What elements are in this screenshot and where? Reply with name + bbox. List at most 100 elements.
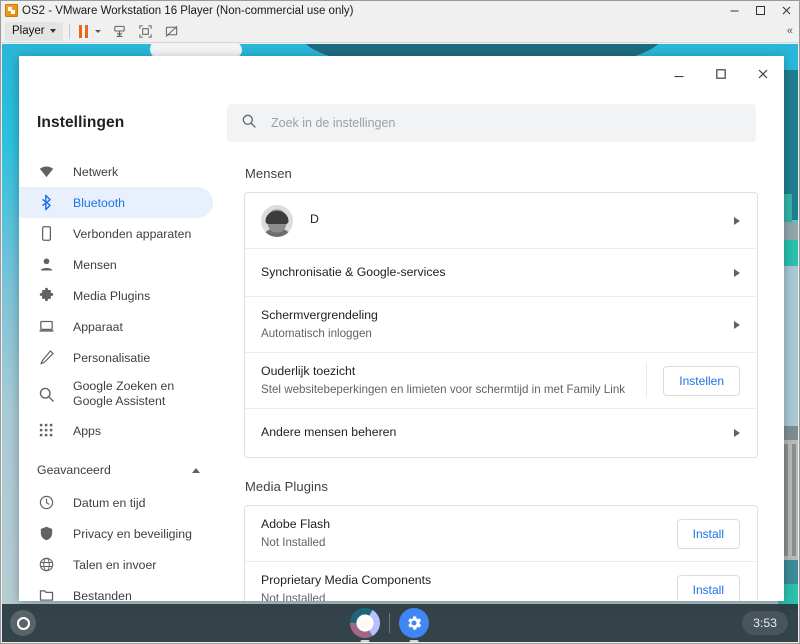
chromeos-desktop: Instellingen Zoek in de instellingen Net… [2, 44, 798, 642]
wifi-icon [37, 163, 55, 181]
search-input[interactable] [271, 116, 742, 130]
sidebar-item-label: Media Plugins [73, 288, 151, 303]
chevron-right-icon [734, 216, 740, 225]
settings-header: Instellingen [19, 92, 784, 154]
player-menu-button[interactable]: Player [5, 21, 63, 41]
vmware-close-button[interactable] [773, 1, 799, 20]
sidebar-item-label: Privacy en beveiliging [73, 526, 192, 541]
settings-minimize-button[interactable] [658, 56, 700, 92]
sidebar-item-privacy-beveiliging[interactable]: Privacy en beveiliging [19, 518, 213, 549]
person-icon [37, 256, 55, 274]
shelf-app-area [36, 608, 742, 642]
shelf-item-chrome[interactable] [349, 608, 380, 642]
app-running-indicator [409, 640, 419, 642]
chevron-right-icon [734, 320, 740, 329]
sidebar-item-google-zoeken-assistent[interactable]: Google Zoeken en Google Assistent [19, 373, 213, 415]
people-card: D Synchronisatie & Google-services Scher… [244, 192, 758, 458]
sidebar-item-bestanden[interactable]: Bestanden [19, 580, 213, 601]
row-title: Andere mensen beheren [261, 425, 397, 440]
proprietary-media-row: Proprietary Media Components Not Install… [245, 562, 757, 601]
row-title: Schermvergrendeling [261, 307, 378, 322]
chrome-icon [349, 608, 380, 638]
usb-device-icon[interactable] [112, 24, 127, 39]
bluetooth-icon [37, 194, 55, 212]
parental-controls-row[interactable]: Ouderlijk toezicht Stel websitebeperking… [245, 353, 757, 409]
sidebar-item-media-plugins[interactable]: Media Plugins [19, 280, 213, 311]
settings-content: Mensen D Synchronisatie & Google-service… [226, 154, 784, 601]
sidebar-advanced-toggle[interactable]: Geavanceerd [19, 453, 226, 487]
brush-icon [37, 349, 55, 367]
section-title-media-plugins: Media Plugins [245, 479, 328, 494]
vertical-divider [646, 363, 648, 398]
vmware-title: OS2 - VMware Workstation 16 Player (Non-… [22, 4, 354, 17]
vmware-minimize-button[interactable] [721, 1, 747, 20]
apps-grid-icon [37, 422, 55, 440]
settings-gear-icon [398, 608, 429, 638]
chevron-down-icon[interactable] [95, 29, 102, 33]
screen-lock-row[interactable]: Schermvergrendeling Automatisch inloggen [245, 297, 757, 353]
chevrons-left-icon[interactable]: « [787, 25, 793, 37]
folder-icon [37, 587, 55, 602]
row-subtitle: Stel websitebeperkingen en limieten voor… [261, 382, 626, 396]
install-adobe-flash-button[interactable]: Install [676, 518, 740, 549]
row-title: Ouderlijk toezicht [261, 363, 356, 378]
sidebar-item-apparaat[interactable]: Apparaat [19, 311, 213, 342]
sidebar-item-apps[interactable]: Apps [19, 415, 213, 446]
search-box[interactable] [227, 104, 756, 142]
vmware-maximize-button[interactable] [747, 1, 773, 20]
sidebar-item-label: Apps [73, 423, 102, 438]
setup-parental-controls-button[interactable]: Instellen [663, 365, 740, 396]
sidebar-item-bluetooth[interactable]: Bluetooth [19, 187, 213, 218]
plugin-name: Proprietary Media Components [261, 572, 432, 587]
sidebar-item-personalisatie[interactable]: Personalisatie [19, 342, 213, 373]
vmware-toolbar: Player « [1, 20, 799, 43]
settings-maximize-button[interactable] [700, 56, 742, 92]
sidebar-item-label: Apparaat [73, 319, 123, 334]
sidebar-item-label: Personalisatie [73, 350, 151, 365]
chevron-up-icon [192, 467, 200, 473]
shelf-item-settings[interactable] [398, 608, 429, 642]
sidebar-item-label: Bluetooth [73, 195, 125, 210]
media-plugins-card: Adobe Flash Not Installed Install Propri… [244, 505, 758, 601]
vmware-titlebar: OS2 - VMware Workstation 16 Player (Non-… [1, 1, 799, 20]
avatar [261, 204, 293, 237]
profile-row[interactable]: D [245, 193, 757, 249]
install-proprietary-media-button[interactable]: Install [676, 574, 740, 601]
vmware-icon [5, 4, 18, 17]
sidebar-item-mensen[interactable]: Mensen [19, 249, 213, 280]
sidebar-item-label: Datum en tijd [73, 495, 146, 510]
plugin-status: Not Installed [261, 591, 326, 601]
sync-services-row[interactable]: Synchronisatie & Google-services [245, 249, 757, 297]
settings-close-button[interactable] [742, 56, 784, 92]
fullscreen-icon[interactable] [138, 24, 153, 39]
sidebar-item-netwerk[interactable]: Netwerk [19, 156, 213, 187]
chevron-down-icon [49, 29, 56, 33]
plugin-name: Adobe Flash [261, 516, 331, 531]
profile-name: D [310, 212, 319, 227]
vmware-window-controls [721, 1, 799, 20]
settings-titlebar [19, 56, 784, 92]
phone-icon [37, 225, 55, 243]
toolbar-divider [68, 23, 70, 39]
sidebar-item-verbonden-apparaten[interactable]: Verbonden apparaten [19, 218, 213, 249]
player-menu-label: Player [12, 25, 45, 37]
pause-icon[interactable] [78, 24, 89, 38]
sidebar-item-label: Netwerk [73, 164, 119, 179]
sidebar-item-datum-en-tijd[interactable]: Datum en tijd [19, 487, 213, 518]
network-disconnected-icon[interactable] [164, 24, 179, 39]
settings-sidebar: Netwerk Bluetooth Verbonden apparaten Me… [19, 154, 226, 601]
sidebar-item-label: Bestanden [73, 588, 132, 602]
adobe-flash-row: Adobe Flash Not Installed Install [245, 506, 757, 562]
sidebar-item-label: Talen en invoer [73, 557, 157, 572]
clock-icon [37, 494, 55, 512]
plugin-status: Not Installed [261, 535, 326, 549]
search-icon [37, 385, 55, 403]
settings-body: Netwerk Bluetooth Verbonden apparaten Me… [19, 154, 784, 601]
sidebar-item-talen-en-invoer[interactable]: Talen en invoer [19, 549, 213, 580]
shelf-clock[interactable]: 3:53 [742, 611, 788, 635]
manage-other-people-row[interactable]: Andere mensen beheren [245, 409, 757, 457]
launcher-circle-icon[interactable] [10, 610, 36, 636]
settings-window: Instellingen Zoek in de instellingen Net… [19, 56, 784, 601]
vmware-player-window: OS2 - VMware Workstation 16 Player (Non-… [0, 0, 800, 644]
page-title: Instellingen [37, 114, 125, 131]
